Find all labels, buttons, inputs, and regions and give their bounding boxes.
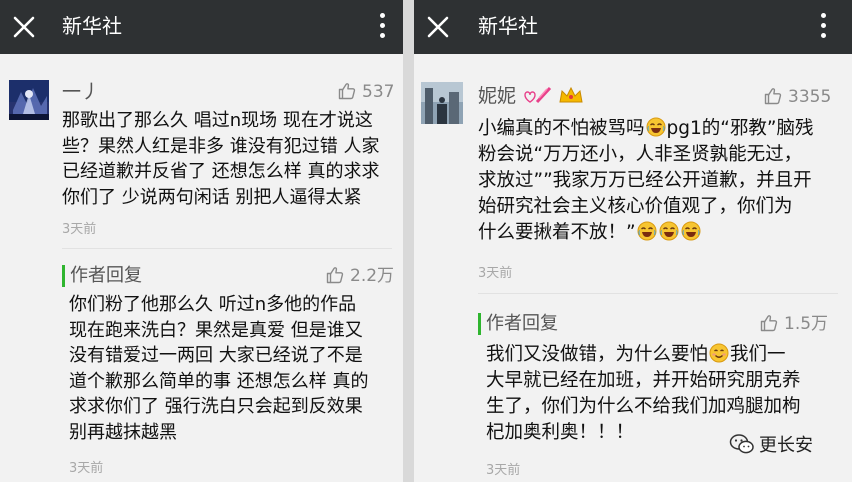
close-icon[interactable]: [422, 11, 454, 43]
comment-time: 3天前: [478, 266, 513, 281]
reply-text: 你们粉了他那么久 听过n多他的作品 现在跑来洗白？果然是真爱 但是谁又 没有错爱…: [69, 292, 368, 445]
comment-line: 求放过””我家万万已经公开道歉，并且开: [478, 170, 812, 191]
top-bar: 新华社: [414, 0, 852, 54]
laugh-cry-emoji: [659, 221, 679, 241]
comment-line: 始研究社会主义核心价值观了，你们为: [478, 196, 793, 217]
thumbs-up-icon: [764, 87, 782, 105]
close-icon[interactable]: [8, 11, 40, 43]
crown-icon: [559, 86, 583, 103]
comment-line-part: 什么要揪着不放！”: [478, 222, 636, 243]
reply-like-button[interactable]: 1.5万: [760, 313, 828, 335]
comment-line: 那歌出了那么久 唱过n现场 现在才说这: [62, 110, 373, 131]
reply-line: 生了，你们为什么不给我们加鸡腿加枸: [486, 396, 801, 417]
reply-line: 求求你们了 强行洗白只会起到反效果: [69, 396, 363, 417]
reply-line: 没有错爱过一两回 大家已经说了不是: [69, 345, 363, 366]
avatar[interactable]: [421, 82, 463, 124]
commenter-name: 妮妮: [478, 84, 584, 108]
thumbs-up-icon: [760, 314, 778, 332]
laugh-cry-emoji: [646, 117, 666, 137]
reply-like-button[interactable]: 2.2万: [326, 265, 394, 287]
divider: [62, 248, 392, 249]
page-title: 新华社: [62, 14, 122, 38]
top-bar: 新华社: [0, 0, 403, 54]
more-vertical-icon[interactable]: [377, 13, 387, 41]
comment-line: 你们了 少说两句闲话 别把人逼得太紧: [62, 186, 362, 208]
right-screenshot: 新华社 妮妮 3355 小编真的不怕被骂吗 pg1的“邪教”脑残 粉会说“万万还小…: [414, 0, 852, 482]
comment-line: 小编真的不怕被骂吗 pg1的“邪教”脑残: [478, 116, 813, 142]
commenter-name: 一丿: [62, 81, 101, 103]
comment-text: 那歌出了那么久 唱过n现场 现在才说这 些？果然人红是非多 谁没有犯过错 人家 …: [62, 108, 379, 210]
comment-line: 些？果然人红是非多 谁没有犯过错 人家: [62, 135, 380, 157]
comment-line: 什么要揪着不放！”: [478, 220, 813, 246]
page-title: 新华社: [478, 14, 538, 38]
comment-line-part: 小编真的不怕被骂吗: [478, 118, 645, 139]
reply-like-count: 2.2万: [350, 266, 395, 286]
comment-line: 粉会说“万万还小，人非圣贤孰能无过，: [478, 144, 803, 165]
thumbs-up-icon: [338, 82, 356, 100]
laugh-cry-emoji: [637, 221, 657, 241]
thumbs-up-icon: [326, 266, 344, 284]
commenter-name-text: 妮妮: [478, 85, 517, 107]
author-reply-label: 作者回复: [62, 265, 142, 287]
watermark: 更长安: [729, 433, 813, 457]
reply-time: 3天前: [486, 463, 521, 478]
comment-time: 3天前: [62, 222, 97, 237]
like-count: 537: [362, 82, 395, 102]
reply-line: 大早就已经在加班，并开始研究朋克养: [486, 370, 801, 391]
reply-line: 你们粉了他那么久 听过n多他的作品: [69, 294, 357, 315]
smile-emoji: [709, 343, 729, 363]
reply-line: 道个歉那么简单的事 还想怎么样 真的: [69, 370, 369, 392]
watermark-text: 更长安: [759, 435, 813, 456]
divider: [478, 293, 838, 294]
reply-line: 现在跑来洗白？果然是真爱 但是谁又: [69, 319, 363, 341]
like-count: 3355: [788, 87, 832, 107]
laugh-cry-emoji: [681, 221, 701, 241]
reply-line: 我们又没做错，为什么要怕 我们一: [486, 342, 801, 368]
like-button[interactable]: 537: [338, 81, 394, 103]
left-screenshot: 新华社 一丿 537 那歌出了那么久 唱过n现场 现在才说这 些？果然人红是非多…: [0, 0, 403, 482]
comment-text: 小编真的不怕被骂吗 pg1的“邪教”脑残 粉会说“万万还小，人非圣贤孰能无过， 求…: [478, 116, 813, 246]
comment-line: 已经道歉并反省了 还想怎么样 真的求求: [62, 161, 380, 182]
avatar[interactable]: [9, 80, 49, 120]
reply-like-count: 1.5万: [784, 314, 829, 334]
reply-time: 3天前: [69, 461, 104, 476]
reply-text: 我们又没做错，为什么要怕 我们一 大早就已经在加班，并开始研究朋克养 生了，你们为…: [486, 342, 801, 446]
wechat-logo-icon: [729, 434, 754, 454]
like-button[interactable]: 3355: [764, 86, 831, 108]
author-reply-label: 作者回复: [478, 313, 558, 335]
reply-line-part: 我们又没做错，为什么要怕: [486, 344, 709, 365]
comment-line-part: pg1的“邪教”脑残: [666, 118, 814, 139]
reply-line-part: 我们一: [730, 344, 786, 365]
heart-sticker-icon: [524, 86, 552, 104]
reply-line: 别再越抹越黑: [69, 421, 177, 443]
more-vertical-icon[interactable]: [818, 13, 828, 41]
